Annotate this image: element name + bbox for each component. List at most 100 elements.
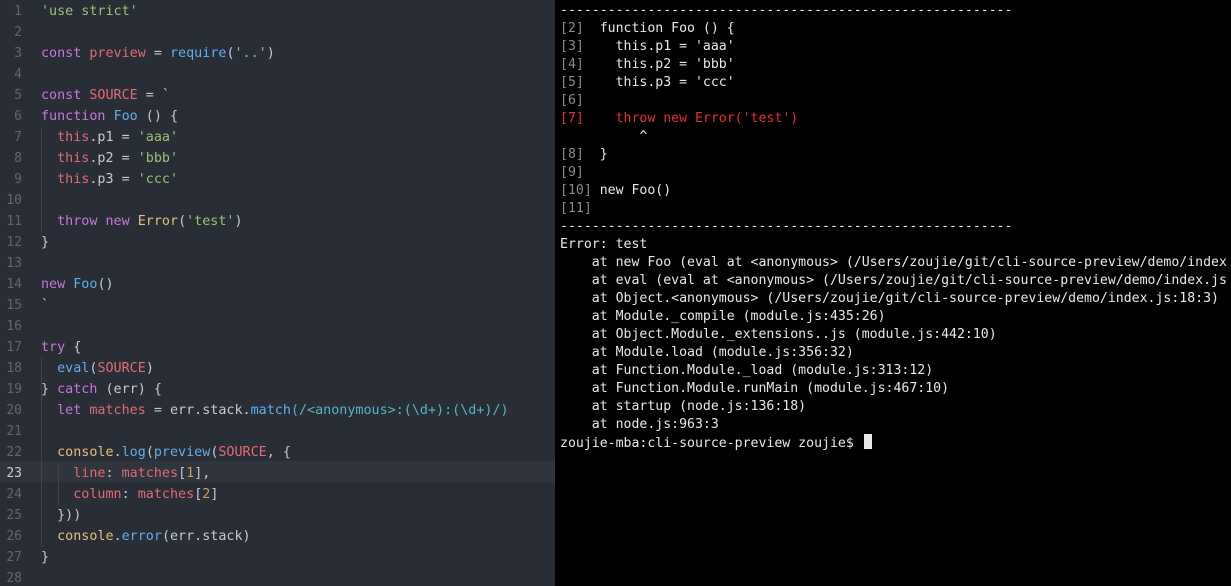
terminal-text: ----------------------------------------… [560,219,1013,234]
source-line-number: [2] [560,21,584,36]
terminal-line: at Function.Module.runMain (module.js:46… [560,380,949,398]
code-editor[interactable]: 1 2 3 4 5 6 7 8 9 10 11 12 13 14 15 16 17 18 19 20 21 22 23 24 2… [0,0,555,586]
code-line[interactable]: console.error(err.stack) [41,526,251,547]
code-line[interactable]: this.p1 = 'aaa' [41,127,178,148]
source-indent [584,39,616,54]
code-line[interactable]: new Foo() [41,274,114,295]
code-line[interactable]: eval(SOURCE) [41,358,154,379]
code-token: ) [266,46,275,61]
terminal-text: at Object.Module._extensions..js (module… [560,327,997,342]
terminal-text: at new Foo (eval at <anonymous> (/Users/… [560,255,1227,270]
line-number: 19 [6,382,22,397]
code-token: console [57,529,114,544]
line-number: 4 [14,67,22,82]
code-line[interactable]: })) [41,505,81,526]
code-line[interactable]: this.p3 = 'ccc' [41,169,178,190]
terminal-line: at startup (node.js:136:18) [560,398,806,416]
line-number-gutter[interactable]: 1 2 3 4 5 6 7 8 9 10 11 12 13 14 15 16 17 18 19 20 21 22 23 24 2… [0,0,30,586]
code-token: Error [137,214,179,229]
source-indent [584,147,600,162]
code-token: () [97,277,114,292]
terminal-prompt[interactable]: zoujie-mba:cli-source-preview zoujie$ [560,434,872,452]
terminal-text: ----------------------------------------… [560,3,1013,18]
code-line[interactable]: } [41,232,49,253]
code-token: require [170,46,227,61]
code-line[interactable]: try { [41,337,81,358]
code-token: matches [121,466,179,481]
line-number: 12 [6,235,22,250]
source-indent [592,183,600,198]
code-token: .p3 = [89,172,138,187]
code-token: 'bbb' [137,151,179,166]
code-token: const [41,46,90,61]
code-token: line [73,466,106,481]
terminal-line: [7] throw new Error('test') [560,110,798,128]
line-number: 11 [6,214,22,229]
code-line[interactable]: console.log(preview(SOURCE, { [41,442,291,463]
code-line[interactable]: const SOURCE = ` [41,85,170,106]
source-line-number: [4] [560,57,584,72]
terminal-line: ----------------------------------------… [560,218,1013,236]
source-line-number: [8] [560,147,584,162]
code-line[interactable]: let matches = err.stack.match(/<anonymou… [41,400,509,421]
code-token: , { [266,445,291,460]
code-token: matches [89,403,146,418]
code-token: column [73,487,122,502]
code-token: [ [178,466,187,481]
code-token: SOURCE [218,445,267,460]
line-number: 5 [14,88,22,103]
terminal-line: at Object.Module._extensions..js (module… [560,326,997,344]
code-token: 'use strict' [41,4,138,19]
line-number: 21 [6,424,22,439]
code-line[interactable]: const preview = require('..') [41,43,275,64]
source-line-number: [11] [560,201,592,216]
terminal-text: at Function.Module._load (module.js:313:… [560,363,934,378]
source-indent [584,21,600,36]
code-token: (err) { [105,382,162,397]
source-line-number: [5] [560,75,584,90]
code-line[interactable]: function Foo () { [41,106,178,127]
code-line[interactable]: throw new Error('test') [41,211,242,232]
line-number: 25 [6,508,22,523]
code-line[interactable]: ` [41,295,49,316]
terminal-line: [4] this.p2 = 'bbb' [560,56,735,74]
line-number: 13 [6,256,22,271]
code-token: = err.stack. [145,403,251,418]
code-token: ( [178,214,187,229]
terminal-text: ^ [560,129,648,144]
code-token: (err.stack) [161,529,251,544]
line-number: 6 [14,109,22,124]
code-token: ] [210,487,219,502]
code-line[interactable]: this.p2 = 'bbb' [41,148,178,169]
terminal-text: new Foo() [599,183,672,198]
code-line[interactable]: } catch (err) { [41,379,162,400]
code-token: Foo [113,109,138,124]
code-token: matches [137,487,195,502]
code-token: new [41,277,74,292]
line-number: 17 [6,340,22,355]
terminal-line: [11] [560,200,592,218]
code-token: new [105,214,138,229]
terminal-line: ----------------------------------------… [560,2,1013,20]
line-number: 9 [14,172,22,187]
terminal-line: [2] function Foo () { [560,20,735,38]
code-line[interactable]: 'use strict' [41,1,138,22]
terminal-pane[interactable]: ----------------------------------------… [555,0,1231,586]
code-line[interactable]: column: matches[2] [41,484,218,505]
code-line[interactable]: line: matches[1], [41,463,210,484]
line-number: 10 [6,193,22,208]
code-token: (/<anonymous>:(\d+):(\d+)/) [290,403,509,418]
code-line[interactable]: } [41,547,49,568]
line-number: 7 [14,130,22,145]
code-token: catch [57,382,106,397]
line-number: 28 [6,571,22,586]
code-token: '..' [234,46,267,61]
code-token: ) [145,361,154,376]
line-number: 18 [6,361,22,376]
line-number: 2 [14,25,22,40]
code-token: ], [194,466,211,481]
code-token: 'test' [186,214,235,229]
